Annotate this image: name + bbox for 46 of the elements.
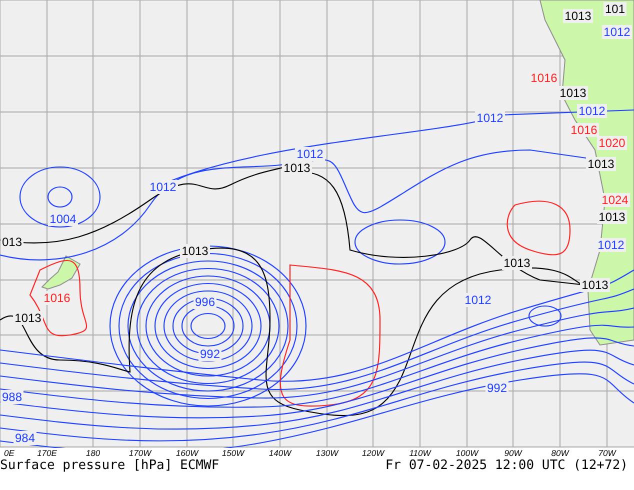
isobar-label: 1013: [284, 161, 310, 175]
isobar-label: 1013: [504, 256, 530, 270]
valid-time: Fr 07-02-2025 12:00 UTC (12+72): [385, 458, 628, 474]
isobar-label: 1012: [598, 238, 624, 252]
island-drawing: [41, 255, 81, 290]
isobar-label: 1020: [598, 136, 626, 150]
isobar-label: 1013: [598, 210, 626, 224]
isobar-label: 1016: [570, 123, 598, 137]
chart-title: Surface pressure [hPa] ECMWF: [0, 458, 220, 474]
longitude-label: 100W: [456, 448, 478, 458]
isobar-label: 1016: [530, 71, 558, 85]
isobar-label: 1013: [582, 278, 608, 292]
longitude-label: 180: [86, 448, 100, 458]
longitude-label: 70W: [598, 448, 616, 458]
isobar-label: 1016: [44, 291, 70, 305]
isobar-label: 996: [194, 295, 216, 309]
isobar-label: 988: [2, 390, 22, 404]
longitude-label: 170E: [37, 448, 57, 458]
longitude-label: 130W: [316, 448, 338, 458]
isobar-label: 1012: [150, 180, 176, 194]
isobar-label: 101: [604, 2, 626, 16]
isobar-label: 1012: [296, 147, 324, 161]
isobar-label: 992: [486, 381, 508, 395]
isobar-label: 1013: [14, 311, 42, 325]
isobar-label: 992: [200, 347, 220, 361]
longitude-label: 110W: [409, 448, 431, 458]
isobar-label: 1012: [476, 111, 504, 125]
isobar-label: 1013: [588, 157, 614, 171]
longitude-label: 0E: [4, 448, 14, 458]
isobar-label: 1012: [578, 104, 606, 118]
longitude-label: 80W: [551, 448, 569, 458]
longitude-label: 140W: [268, 448, 292, 458]
longitude-label: 170W: [128, 448, 152, 458]
longitude-label: 90W: [504, 448, 522, 458]
isobar-label: 1013: [560, 86, 586, 100]
isobar-label: 1012: [604, 25, 630, 39]
isobar-label: 984: [14, 431, 36, 445]
longitude-label: 150W: [222, 448, 244, 458]
isobar-label: 1013: [182, 244, 208, 258]
isobar-label: 1013: [564, 9, 592, 23]
isobar-label: 1012: [464, 293, 492, 307]
isobar-label: 1024: [602, 193, 628, 207]
longitude-label: 160W: [176, 448, 198, 458]
longitude-label: 120W: [362, 448, 384, 458]
isobar-label: 1004: [50, 212, 76, 226]
isobar-label: 013: [2, 235, 22, 249]
